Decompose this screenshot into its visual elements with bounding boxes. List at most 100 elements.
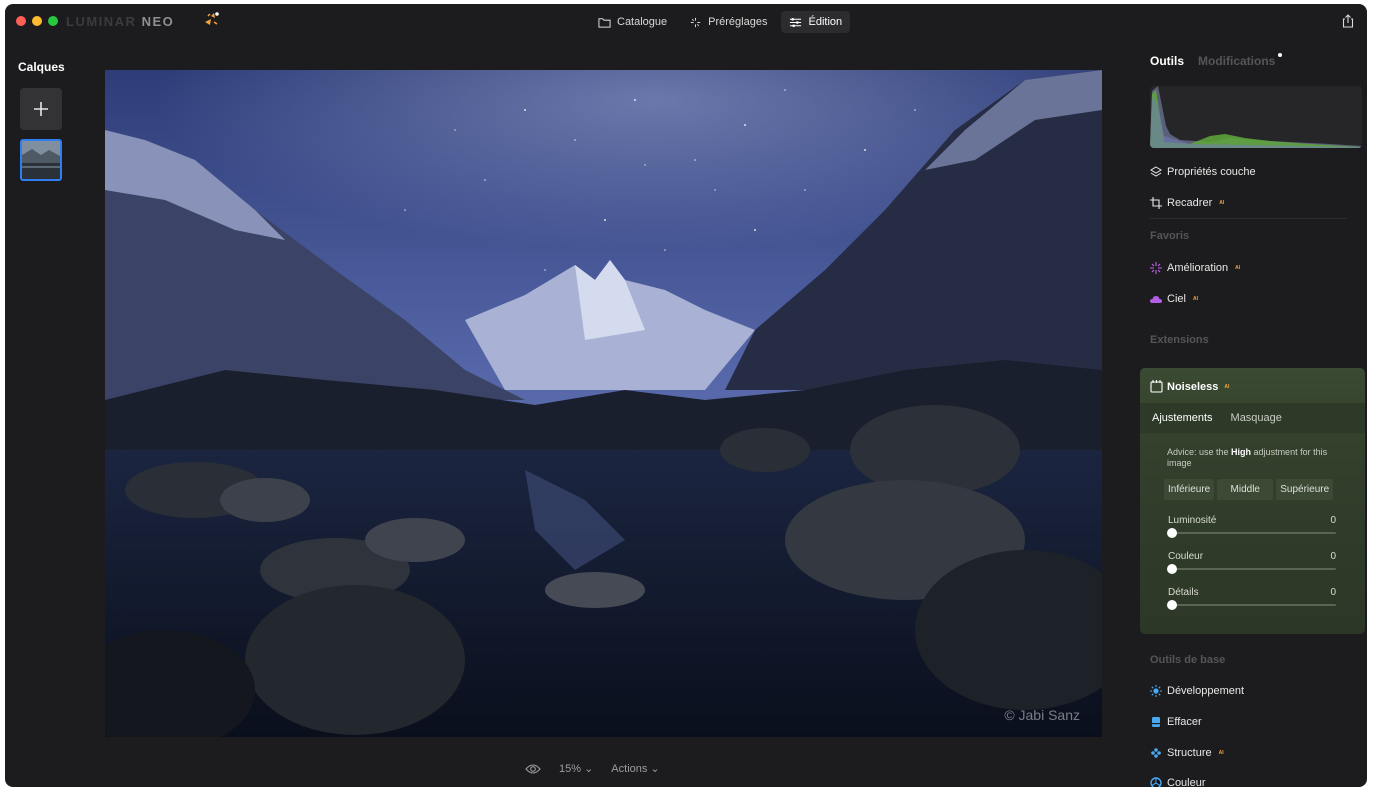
eraser-icon [1152,717,1160,727]
structure-label: Structure [1167,747,1212,759]
level-high-button[interactable]: Supérieure [1276,479,1334,500]
histogram-graph [1150,86,1362,148]
favorites-heading: Favoris [1150,230,1190,242]
noiseless-tabs: Ajustements Masquage [1140,403,1365,433]
modifications-indicator-dot [1278,53,1283,57]
layer-thumbnail-image [22,141,60,179]
color-value: 0 [1330,551,1336,562]
layers-title: Calques [18,60,65,74]
crop-ai-badge: AI [1219,200,1225,206]
erase-tool[interactable]: Effacer [1150,716,1202,728]
sky-tool[interactable]: Ciel AI [1150,293,1198,305]
noiseless-icon [1150,380,1163,393]
sky-ai-badge: AI [1192,296,1198,302]
photo-canvas[interactable]: © Jabi Sanz [105,70,1102,737]
minimize-window-button[interactable] [32,16,42,26]
tab-edition[interactable]: Édition [781,11,851,33]
tab-presets[interactable]: Préréglages [681,11,775,33]
luminosity-track[interactable] [1168,532,1336,534]
layers-icon [1150,166,1162,177]
logo-prefix: LUMINAR [66,14,137,29]
eye-icon[interactable] [525,763,541,775]
tab-catalogue-label: Catalogue [617,16,668,28]
landscape-photo [105,70,1102,737]
noiseless-advice: Advice: use the High adjustment for this… [1167,447,1342,469]
extensions-heading: Extensions [1150,334,1209,346]
luminosity-slider[interactable]: Luminosité 0 [1167,515,1336,541]
tab-masking[interactable]: Masquage [1231,412,1282,424]
develop-label: Développement [1167,685,1245,697]
mode-switcher: Catalogue Préréglages Édition [590,11,851,33]
sky-label: Ciel [1167,293,1186,305]
noiseless-panel: Noiseless AI Ajustements Masquage Advice:… [1140,368,1365,634]
color-slider[interactable]: Couleur 0 [1167,551,1336,577]
add-layer-button[interactable] [20,88,62,130]
erase-label: Effacer [1167,716,1202,728]
structure-ai-badge: AI [1218,750,1224,756]
layer-thumbnail[interactable] [20,139,62,181]
zoom-window-button[interactable] [48,16,58,26]
luminosity-value: 0 [1330,515,1336,526]
level-middle-button[interactable]: Middle [1217,479,1274,500]
canvas-toolbar: 15% ⌄ Actions ⌄ [525,762,660,775]
enhance-ai-badge: AI [1235,265,1241,271]
tools-panel: Outils Modifications Propriétés couche R… [1138,4,1367,787]
photo-copyright: © Jabi Sanz [1004,707,1080,723]
color-tool[interactable]: Couleur [1150,777,1206,787]
cloud-icon [1150,296,1162,303]
sun-icon [1150,685,1162,697]
crop-label: Recadrer [1167,197,1213,209]
level-low-button[interactable]: Inférieure [1164,479,1215,500]
layer-properties-label: Propriétés couche [1167,166,1256,178]
app-window: LUMINAR NEO Catalogue Préréglages Éditio… [5,4,1367,787]
crop-icon [1150,197,1162,209]
structure-icon [1151,748,1161,758]
enhance-tool[interactable]: Amélioration AI [1150,262,1240,274]
crop-tool[interactable]: Recadrer AI [1150,197,1224,209]
sliders-icon [790,17,802,27]
tab-catalogue[interactable]: Catalogue [590,11,675,33]
color-handle[interactable] [1167,564,1177,574]
details-label: Détails [1168,587,1199,598]
basic-tools-heading: Outils de base [1150,654,1226,666]
details-slider[interactable]: Détails 0 [1167,587,1336,613]
color-wheel-icon [1150,777,1162,787]
app-logo: LUMINAR NEO [66,14,174,29]
structure-tool[interactable]: Structure AI [1150,747,1224,759]
sparkles-icon [691,17,701,27]
close-window-button[interactable] [16,16,26,26]
noiseless-ai-badge: AI [1224,383,1230,390]
tab-modifications[interactable]: Modifications [1198,53,1283,68]
noiseless-title: Noiseless [1167,380,1219,393]
folder-icon [598,17,611,28]
panel-divider [1150,218,1347,219]
advice-prefix: Advice: use the [1167,447,1232,457]
tab-tools[interactable]: Outils [1150,54,1184,68]
color-tool-label: Couleur [1167,777,1206,787]
layer-properties-tool[interactable]: Propriétés couche [1150,166,1256,178]
color-label: Couleur [1168,551,1204,562]
tools-tabs: Outils Modifications [1150,53,1283,68]
enhance-sparkle-icon [1150,262,1162,274]
window-controls [16,16,58,26]
actions-dropdown[interactable]: Actions ⌄ [611,762,659,775]
histogram [1150,86,1362,148]
tab-presets-label: Préréglages [708,16,768,28]
noise-level-selector: Inférieure Middle Supérieure [1164,479,1334,500]
advice-bold: High [1231,447,1252,457]
luminosity-handle[interactable] [1167,528,1177,538]
details-value: 0 [1330,587,1336,598]
plus-icon [34,102,48,116]
ai-sparkle-icon[interactable] [202,10,222,30]
tab-edition-label: Édition [808,16,843,28]
details-handle[interactable] [1167,600,1177,610]
luminosity-label: Luminosité [1168,515,1217,526]
details-track[interactable] [1168,604,1336,606]
noiseless-header[interactable]: Noiseless AI [1150,380,1229,393]
tab-adjustments[interactable]: Ajustements [1152,412,1213,424]
color-track[interactable] [1168,568,1336,570]
logo-suffix: NEO [141,14,175,29]
tab-modifications-label: Modifications [1198,54,1276,68]
zoom-dropdown[interactable]: 15% ⌄ [559,762,593,775]
develop-tool[interactable]: Développement [1150,685,1244,697]
